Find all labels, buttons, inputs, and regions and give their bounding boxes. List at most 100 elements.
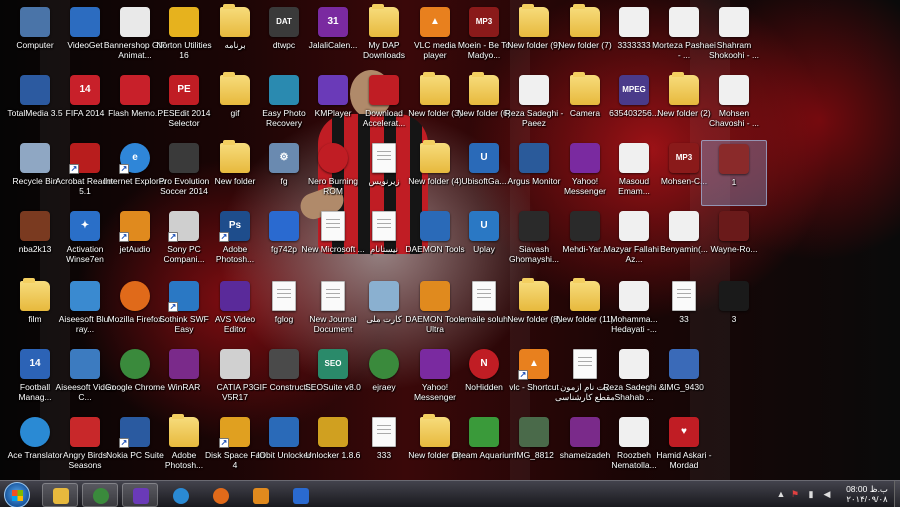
icon-glyph: U bbox=[480, 152, 488, 163]
shortcut-arrow-icon: ↗ bbox=[168, 302, 178, 312]
taskbar-button[interactable] bbox=[242, 483, 278, 507]
taskbar-button[interactable] bbox=[162, 483, 198, 507]
audio-file-icon bbox=[719, 75, 749, 105]
desktop-icon-label: Hamid Askari - Mordad bbox=[656, 450, 712, 470]
taskbar-button[interactable] bbox=[202, 483, 238, 507]
daemon-ultra-icon bbox=[420, 281, 450, 311]
audio-file-icon bbox=[619, 349, 649, 379]
audio-file-icon bbox=[519, 75, 549, 105]
text-file-icon bbox=[372, 417, 396, 447]
network-icon bbox=[173, 488, 189, 504]
folder-icon bbox=[169, 414, 199, 447]
show-hidden-icons-icon[interactable]: ▲ bbox=[776, 489, 786, 499]
icon-glyph: 31 bbox=[327, 16, 339, 27]
desktop-icon-label: Mohsen Chavoshi - ... bbox=[708, 108, 760, 128]
settings-file-icon: ⚙ bbox=[269, 143, 299, 173]
folder-icon bbox=[220, 140, 250, 173]
volume-icon[interactable]: ◀ bbox=[822, 489, 832, 499]
pes-icon bbox=[169, 143, 199, 173]
image-file-icon bbox=[619, 7, 649, 37]
desktop-icon[interactable]: ♥ Hamid Askari - Mordad bbox=[651, 414, 717, 480]
folder-icon bbox=[519, 278, 549, 311]
kmplayer-icon bbox=[133, 488, 149, 504]
desktop-icon[interactable]: IMG_9430 bbox=[651, 346, 717, 412]
yahoo-icon bbox=[420, 349, 450, 379]
show-desktop-button[interactable] bbox=[894, 481, 900, 507]
chrome-icon bbox=[120, 349, 150, 379]
word-doc-icon bbox=[321, 211, 345, 241]
acrobat-icon: ↗ bbox=[69, 143, 100, 174]
desktop-icon[interactable]: Wayne-Ro... bbox=[701, 208, 767, 274]
icon-glyph: ▲ bbox=[430, 16, 440, 27]
text-file-icon bbox=[672, 281, 696, 311]
icon-glyph: DAT bbox=[276, 17, 292, 26]
daemon-tools-icon bbox=[420, 211, 450, 241]
start-button[interactable] bbox=[4, 482, 30, 507]
folder-icon bbox=[420, 72, 450, 105]
icon-glyph: SEO bbox=[324, 359, 342, 368]
folder-icon bbox=[220, 4, 250, 37]
activation-icon: ✦ bbox=[70, 211, 100, 241]
taskbar: ▲ ⚑ ▮ ◀ ب.ظ 08:00 ۲۰۱۴/۰۹/۰۸ bbox=[0, 480, 900, 507]
taskbar-button[interactable] bbox=[42, 483, 78, 507]
audio-file-icon: ♥ bbox=[669, 417, 699, 447]
icon-glyph: ♥ bbox=[681, 426, 687, 437]
totalmedia-icon bbox=[20, 75, 50, 105]
internet-explorer-icon: e ↗ bbox=[119, 143, 150, 174]
taskbar-button[interactable] bbox=[82, 483, 118, 507]
catia-icon bbox=[220, 349, 250, 379]
jetaudio-icon: ↗ bbox=[119, 211, 150, 242]
network-status-icon[interactable]: ▮ bbox=[806, 489, 816, 499]
football-manager-icon: 14 bbox=[20, 349, 50, 379]
text-file-icon bbox=[472, 281, 496, 311]
id-card-icon bbox=[369, 281, 399, 311]
folder-icon bbox=[420, 140, 450, 173]
desktop-icon[interactable]: 1 bbox=[701, 140, 767, 206]
audio-file-icon bbox=[719, 7, 749, 37]
desktop-icon[interactable]: Mohsen Chavoshi - ... bbox=[701, 72, 767, 138]
icon-glyph: PE bbox=[177, 84, 191, 95]
norton-icon bbox=[169, 7, 199, 37]
nba2k13-icon bbox=[20, 211, 50, 241]
folder-icon bbox=[669, 72, 699, 105]
taskbar-button[interactable] bbox=[122, 483, 158, 507]
desktop-icon-label: IMG_9430 bbox=[664, 382, 704, 392]
desktop-icon-label: 1 bbox=[731, 177, 737, 187]
icon-glyph: 14 bbox=[29, 358, 41, 369]
folder-icon bbox=[570, 278, 600, 311]
flag-icon[interactable]: ⚑ bbox=[790, 489, 800, 499]
desktop-icon[interactable]: 3 bbox=[701, 278, 767, 344]
icon-glyph: N bbox=[480, 358, 488, 369]
aiseesoft-video-icon bbox=[70, 349, 100, 379]
shortcut-arrow-icon: ↗ bbox=[69, 164, 79, 174]
desktop-icon[interactable]: Shahram Shokoohi - ... bbox=[701, 4, 767, 70]
image-file-icon bbox=[669, 349, 699, 379]
image-file-icon bbox=[719, 211, 749, 241]
folder-icon bbox=[420, 414, 450, 447]
image-file-icon bbox=[719, 144, 749, 174]
icon-glyph: ⚙ bbox=[279, 152, 289, 163]
ubisoft-icon: U bbox=[469, 143, 499, 173]
disk-space-fan-icon: ↗ bbox=[219, 417, 250, 448]
folder-icon bbox=[20, 278, 50, 311]
system-clock[interactable]: ب.ظ 08:00 ۲۰۱۴/۰۹/۰۸ bbox=[842, 484, 892, 504]
icon-glyph: 14 bbox=[79, 84, 91, 95]
download-accelerator-icon bbox=[369, 75, 399, 105]
kmplayer-icon bbox=[318, 75, 348, 105]
shortcut-arrow-icon: ↗ bbox=[219, 438, 229, 448]
shortcut-arrow-icon: ↗ bbox=[119, 232, 129, 242]
shortcut-arrow-icon: ↗ bbox=[168, 232, 178, 242]
icon-glyph: ▲ bbox=[529, 358, 539, 369]
sothink-icon: ↗ bbox=[168, 281, 199, 312]
video-file-icon bbox=[519, 211, 549, 241]
folder-icon bbox=[519, 4, 549, 37]
audio-file-icon bbox=[619, 281, 649, 311]
icon-glyph: Ps bbox=[228, 220, 242, 231]
iobit-icon bbox=[269, 417, 299, 447]
uplay-icon: U bbox=[469, 211, 499, 241]
taskbar-button[interactable] bbox=[282, 483, 318, 507]
mp3-icon: MP3 bbox=[669, 143, 699, 173]
folder-icon bbox=[469, 72, 499, 105]
desktop-icon-label: 3 bbox=[731, 314, 737, 324]
computer-icon bbox=[20, 7, 50, 37]
